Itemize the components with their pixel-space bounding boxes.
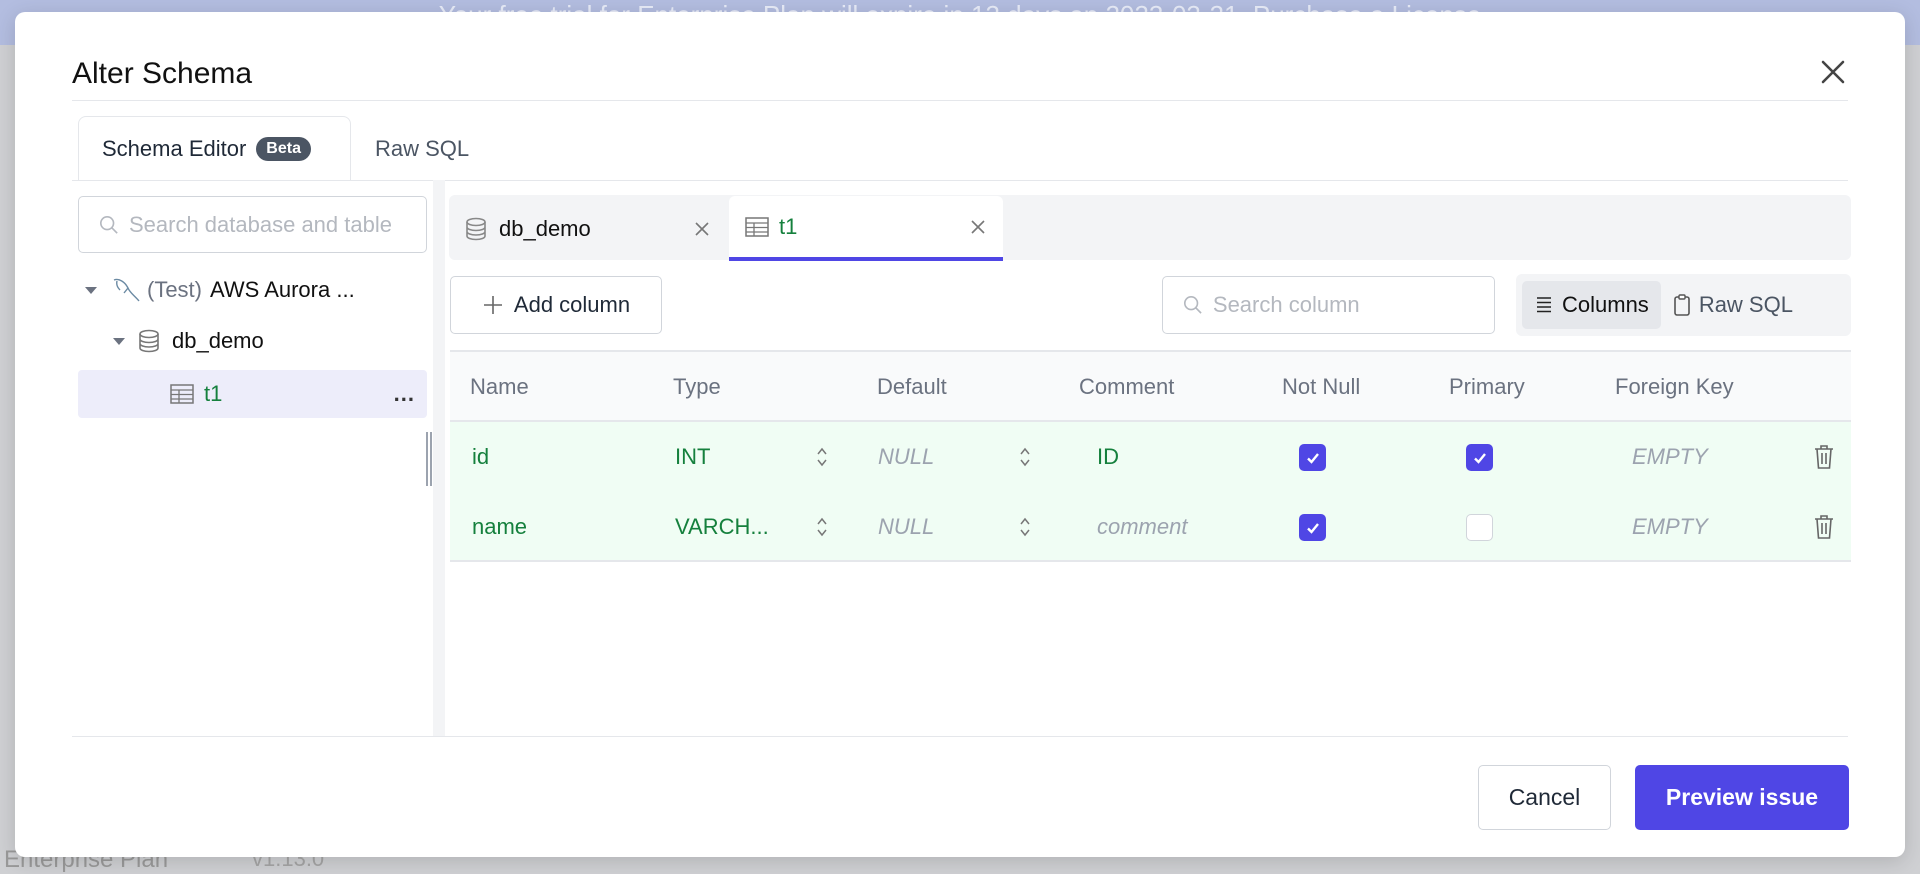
header-name: Name xyxy=(470,374,529,399)
header-default: Default xyxy=(877,374,947,399)
footer-divider xyxy=(72,736,1848,737)
select-updown-icon[interactable] xyxy=(815,446,829,468)
cancel-label: Cancel xyxy=(1508,784,1581,810)
header-type: Type xyxy=(673,374,721,399)
default-select-toggle[interactable] xyxy=(1018,516,1032,543)
view-raw-sql-button[interactable]: Raw SQL xyxy=(1661,281,1805,329)
column-type-select[interactable]: INT xyxy=(675,422,795,492)
editor-tab-db-demo[interactable]: db_demo xyxy=(449,196,727,261)
column-type-select[interactable]: VARCH... xyxy=(675,492,795,562)
mysql-dolphin-icon xyxy=(113,278,140,302)
select-updown-icon[interactable] xyxy=(1018,446,1032,468)
column-name-input[interactable]: name xyxy=(472,492,642,562)
database-icon xyxy=(139,329,159,353)
primary-checkbox[interactable] xyxy=(1466,514,1493,541)
check-icon xyxy=(1306,522,1319,534)
plus-icon xyxy=(483,296,502,314)
preview-label: Preview issue xyxy=(1665,784,1819,810)
not-null-checkbox[interactable] xyxy=(1299,514,1326,541)
more-options-icon[interactable]: ... xyxy=(394,381,415,407)
delete-column-button[interactable] xyxy=(1813,514,1835,545)
column-default-select[interactable]: NULL xyxy=(878,492,988,562)
search-icon xyxy=(99,215,118,234)
column-name-input[interactable]: id xyxy=(472,422,642,492)
tabs-divider xyxy=(72,180,1848,181)
tab-schema-editor[interactable]: Schema Editor Beta xyxy=(78,116,351,181)
delete-column-button[interactable] xyxy=(1813,444,1835,475)
search-column-input[interactable] xyxy=(1162,276,1495,334)
primary-checkbox[interactable] xyxy=(1466,444,1493,471)
tab-raw-sql[interactable]: Raw SQL xyxy=(352,116,492,181)
column-comment-input[interactable]: comment xyxy=(1097,492,1277,562)
table-icon xyxy=(170,384,194,404)
type-select-toggle[interactable] xyxy=(815,446,829,473)
pane-splitter[interactable] xyxy=(433,180,445,736)
table-icon xyxy=(745,216,769,237)
database-name: db_demo xyxy=(172,328,264,353)
search-icon xyxy=(1183,296,1202,314)
table-row: id INT NULL ID EMPTY xyxy=(450,422,1851,492)
view-toggle: Columns Raw SQL xyxy=(1516,274,1851,336)
search-database-input[interactable] xyxy=(78,196,427,253)
editor-tab-t1[interactable]: t1 xyxy=(729,196,1003,261)
add-column-label: Add column xyxy=(513,292,631,317)
view-columns-label: Columns xyxy=(1562,292,1649,317)
select-updown-icon[interactable] xyxy=(1018,516,1032,538)
list-icon xyxy=(1537,297,1551,313)
view-raw-sql-label: Raw SQL xyxy=(1698,292,1793,317)
tree-item-database[interactable]: db_demo xyxy=(78,317,427,365)
search-column-field[interactable] xyxy=(1212,292,1494,318)
tab-label: db_demo xyxy=(499,215,591,241)
instance-env: (Test) xyxy=(147,277,202,302)
trash-icon xyxy=(1815,515,1833,539)
caret-down-icon[interactable] xyxy=(85,286,97,294)
close-button[interactable] xyxy=(1815,54,1851,90)
database-icon xyxy=(466,217,486,240)
tree-item-instance[interactable]: (Test) AWS Aurora ... xyxy=(78,266,427,314)
cancel-button[interactable]: Cancel xyxy=(1478,765,1611,830)
table-row: name VARCH... NULL comment EMPTY xyxy=(450,492,1851,562)
close-icon xyxy=(1821,60,1845,84)
beta-badge: Beta xyxy=(256,137,311,161)
tab-label: Schema Editor xyxy=(102,136,247,161)
header-comment: Comment xyxy=(1079,374,1175,399)
not-null-checkbox[interactable] xyxy=(1299,444,1326,471)
clipboard-icon xyxy=(1674,294,1690,316)
tab-label: t1 xyxy=(779,213,798,239)
default-select-toggle[interactable] xyxy=(1018,446,1032,473)
table-name: t1 xyxy=(204,381,223,406)
tree-item-table[interactable]: t1 ... xyxy=(78,370,427,418)
alter-schema-dialog: Alter Schema Schema Editor Beta Raw SQL … xyxy=(15,12,1905,857)
tab-label: Raw SQL xyxy=(375,135,470,161)
select-updown-icon[interactable] xyxy=(815,516,829,538)
header-not-null: Not Null xyxy=(1282,374,1361,399)
foreign-key-value[interactable]: EMPTY xyxy=(1632,422,1708,492)
column-default-select[interactable]: NULL xyxy=(878,422,988,492)
check-icon xyxy=(1473,452,1486,464)
preview-issue-button[interactable]: Preview issue xyxy=(1635,765,1849,830)
dialog-title: Alter Schema xyxy=(72,57,253,90)
title-divider xyxy=(72,100,1848,101)
trash-icon xyxy=(1815,445,1833,469)
column-comment-input[interactable]: ID xyxy=(1097,422,1277,492)
check-icon xyxy=(1306,452,1319,464)
caret-down-icon[interactable] xyxy=(113,337,125,345)
type-select-toggle[interactable] xyxy=(815,516,829,543)
header-foreign-key: Foreign Key xyxy=(1615,374,1734,399)
foreign-key-value[interactable]: EMPTY xyxy=(1632,492,1708,562)
search-database-field[interactable] xyxy=(128,211,426,238)
header-primary: Primary xyxy=(1449,374,1525,399)
add-column-button[interactable]: Add column xyxy=(450,276,662,334)
instance-name: AWS Aurora ... xyxy=(210,277,355,302)
close-tab-icon[interactable] xyxy=(693,220,711,238)
view-columns-button[interactable]: Columns xyxy=(1522,281,1661,329)
splitter-handle[interactable] xyxy=(426,432,432,486)
close-tab-icon[interactable] xyxy=(969,218,987,236)
